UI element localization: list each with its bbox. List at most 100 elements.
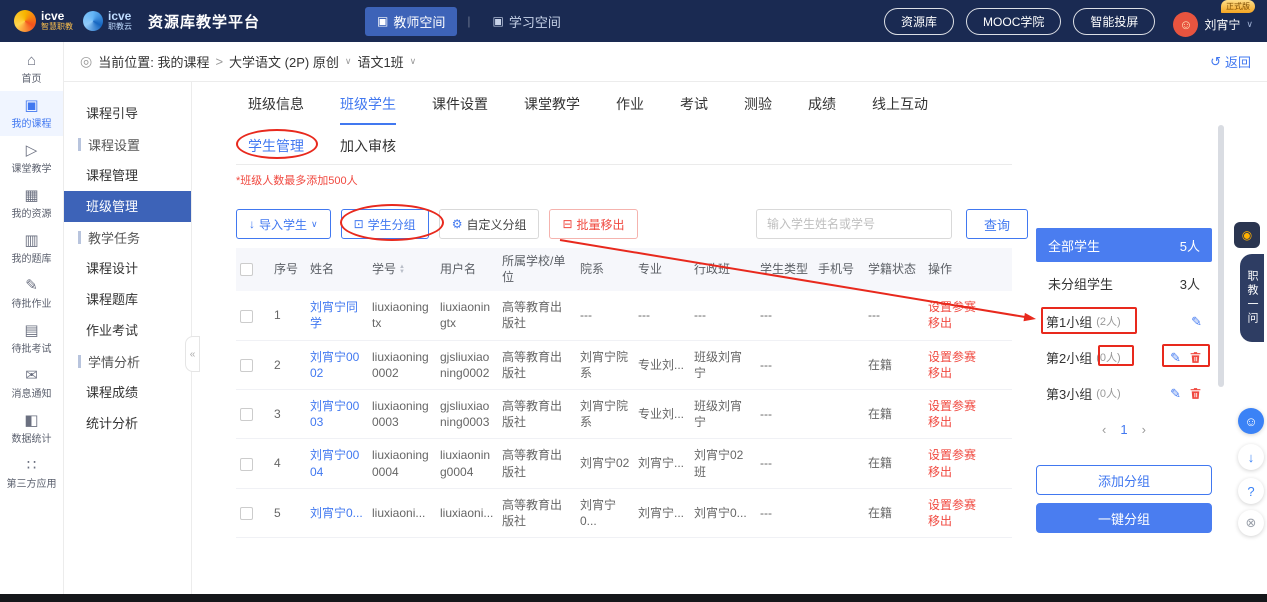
sort-icon[interactable]: ▲▼: [399, 265, 405, 275]
learning-space-tab[interactable]: ▣ 学习空间: [481, 7, 573, 36]
sidebar-item-my-resources[interactable]: ▦ 我的资源: [0, 181, 63, 226]
add-group-button[interactable]: 添加分组: [1036, 465, 1212, 495]
remove-link[interactable]: 移出: [928, 414, 1008, 430]
chevron-down-icon[interactable]: ∨: [345, 56, 352, 67]
resource-library-button[interactable]: 资源库: [884, 8, 954, 35]
student-name-link[interactable]: 刘宵宁0002: [306, 340, 368, 389]
cell-student-id: liuxiaoning0002: [368, 340, 436, 389]
submenu-item-course-question-bank[interactable]: 课程题库: [64, 284, 191, 315]
user-menu[interactable]: ☺ 正式版 刘宵宁 ∨: [1173, 6, 1253, 37]
group-row-3[interactable]: 第3小组 (0人) ✎: [1036, 378, 1212, 408]
delete-group-icon[interactable]: [1189, 351, 1202, 364]
sidebar-item-notifications[interactable]: ✉ 消息通知: [0, 361, 63, 406]
tab-online-interaction[interactable]: 线上互动: [872, 94, 928, 125]
submenu-item-statistics-analysis[interactable]: 统计分析: [64, 408, 191, 439]
qa-widget-icon[interactable]: ◉: [1234, 222, 1260, 248]
sidebar-item-pending-exams[interactable]: ▤ 待批考试: [0, 316, 63, 361]
student-grouping-button[interactable]: ⊡ 学生分组: [341, 209, 429, 239]
row-checkbox[interactable]: [240, 507, 253, 520]
all-students-header[interactable]: 全部学生 5人: [1036, 228, 1212, 262]
sort-desc-icon[interactable]: ▼: [399, 270, 405, 275]
tab-classroom-teaching[interactable]: 课堂教学: [524, 94, 580, 125]
sidebar-item-third-party-apps[interactable]: ∷ 第三方应用: [0, 451, 63, 496]
set-contest-link[interactable]: 设置参赛: [928, 299, 1008, 315]
tab-courseware-settings[interactable]: 课件设置: [432, 94, 488, 125]
submenu-section-teaching-tasks[interactable]: 教学任务: [64, 222, 191, 253]
remove-link[interactable]: 移出: [928, 464, 1008, 480]
set-contest-link[interactable]: 设置参赛: [928, 349, 1008, 365]
student-name-link[interactable]: 刘宵宁0...: [306, 488, 368, 537]
submenu-item-course-design[interactable]: 课程设计: [64, 253, 191, 284]
col-header-student-id[interactable]: 学号▲▼: [368, 248, 436, 291]
custom-grouping-button[interactable]: ⚙ 自定义分组: [439, 209, 540, 239]
customer-service-icon[interactable]: ☺: [1238, 408, 1264, 434]
smart-cast-button[interactable]: 智能投屏: [1073, 8, 1155, 35]
tab-exam[interactable]: 考试: [680, 94, 708, 125]
edit-group-icon[interactable]: ✎: [1170, 351, 1181, 364]
submenu-item-course-management[interactable]: 课程管理: [64, 160, 191, 191]
edit-group-icon[interactable]: ✎: [1191, 315, 1202, 328]
sidebar-item-home[interactable]: ⌂ 首页: [0, 46, 63, 91]
import-students-button[interactable]: ↓ 导入学生 ∨: [236, 209, 331, 239]
help-icon[interactable]: ?: [1238, 478, 1264, 504]
row-checkbox[interactable]: [240, 310, 253, 323]
delete-group-icon[interactable]: [1189, 387, 1202, 400]
remove-link[interactable]: 移出: [928, 315, 1008, 331]
back-button[interactable]: ↺ 返回: [1210, 52, 1251, 71]
search-input[interactable]: [756, 209, 952, 239]
set-contest-link[interactable]: 设置参赛: [928, 447, 1008, 463]
download-float-icon[interactable]: ↓: [1238, 444, 1264, 470]
edit-group-icon[interactable]: ✎: [1170, 387, 1181, 400]
batch-remove-button[interactable]: ⊟ 批量移出: [549, 209, 637, 239]
submenu-collapse-button[interactable]: «: [185, 336, 200, 372]
group-row-1[interactable]: 第1小组 (2人) ✎: [1036, 306, 1212, 336]
tab-class-students[interactable]: 班级学生: [340, 94, 396, 125]
mooc-button[interactable]: MOOC学院: [966, 8, 1061, 35]
sidebar-item-pending-homework[interactable]: ✎ 待批作业: [0, 271, 63, 316]
submenu-item-class-management[interactable]: 班级管理: [64, 191, 191, 222]
row-checkbox[interactable]: [240, 458, 253, 471]
next-page-icon[interactable]: ›: [1142, 422, 1146, 437]
subtab-student-management[interactable]: 学生管理: [248, 136, 304, 156]
row-checkbox[interactable]: [240, 359, 253, 372]
group-row-2[interactable]: 第2小组 (0人) ✎: [1036, 342, 1212, 372]
teacher-space-tab[interactable]: ▣ 教师空间: [365, 7, 457, 36]
current-page[interactable]: 1: [1120, 422, 1127, 437]
tab-grades[interactable]: 成绩: [808, 94, 836, 125]
qa-side-tab[interactable]: 职教一问: [1240, 254, 1264, 342]
auto-group-button[interactable]: 一键分组: [1036, 503, 1212, 533]
close-widget-icon[interactable]: ⊗: [1238, 510, 1264, 536]
tab-class-info[interactable]: 班级信息: [248, 94, 304, 125]
select-all-checkbox[interactable]: [240, 263, 253, 276]
chevron-down-icon[interactable]: ∨: [410, 56, 417, 67]
ungrouped-students-row[interactable]: 未分组学生 3人: [1036, 266, 1212, 300]
student-name-link[interactable]: 刘宵宁同学: [306, 291, 368, 340]
submenu-item-homework-exam[interactable]: 作业考试: [64, 315, 191, 346]
row-checkbox[interactable]: [240, 408, 253, 421]
breadcrumb-class[interactable]: 语文1班: [357, 52, 403, 71]
cell-enrollment-status: 在籍: [864, 340, 924, 389]
student-name-link[interactable]: 刘宵宁0003: [306, 389, 368, 438]
remove-link[interactable]: 移出: [928, 365, 1008, 381]
sidebar-item-my-courses[interactable]: ▣ 我的课程: [0, 91, 63, 136]
cell-phone: [814, 488, 864, 537]
breadcrumb-course[interactable]: 大学语文 (2P) 原创: [229, 52, 339, 71]
sidebar-item-classroom-teaching[interactable]: ▷ 课堂教学: [0, 136, 63, 181]
search-button[interactable]: 查询: [966, 209, 1028, 239]
tab-quiz[interactable]: 测验: [744, 94, 772, 125]
set-contest-link[interactable]: 设置参赛: [928, 398, 1008, 414]
prev-page-icon[interactable]: ‹: [1102, 422, 1106, 437]
remove-link[interactable]: 移出: [928, 513, 1008, 529]
course-submenu: 课程引导 课程设置 课程管理 班级管理 教学任务 课程设计 课程题库 作业考试 …: [64, 82, 192, 594]
vertical-scrollbar[interactable]: [1218, 125, 1224, 387]
submenu-item-course-grades[interactable]: 课程成绩: [64, 377, 191, 408]
student-name-link[interactable]: 刘宵宁0004: [306, 439, 368, 488]
submenu-section-course-settings[interactable]: 课程设置: [64, 129, 191, 160]
subtab-join-review[interactable]: 加入审核: [340, 136, 396, 156]
submenu-section-learning-analysis[interactable]: 学情分析: [64, 346, 191, 377]
submenu-item-course-guide[interactable]: 课程引导: [64, 98, 191, 129]
tab-homework[interactable]: 作业: [616, 94, 644, 125]
sidebar-item-my-question-bank[interactable]: ▥ 我的题库: [0, 226, 63, 271]
sidebar-item-data-statistics[interactable]: ◧ 数据统计: [0, 406, 63, 451]
set-contest-link[interactable]: 设置参赛: [928, 497, 1008, 513]
